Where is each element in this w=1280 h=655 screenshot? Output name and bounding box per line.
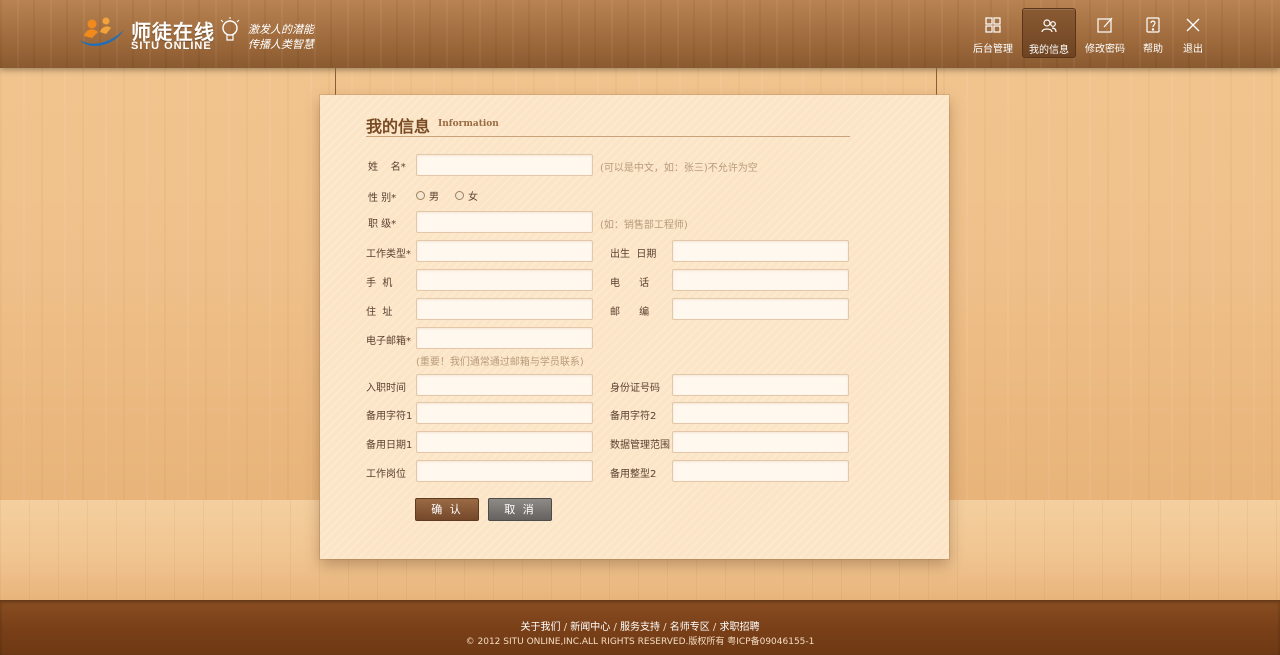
worktype-input[interactable]: [416, 240, 593, 262]
id-number-label: 身份证号码: [610, 383, 660, 394]
spare-char2-label: 备用字符2: [610, 411, 657, 422]
panel-title: 我的信息: [366, 117, 431, 136]
confirm-button[interactable]: 确 认: [415, 498, 479, 521]
phone-label: 电 话: [610, 278, 650, 289]
zipcode-label: 邮 编: [610, 307, 650, 318]
id-number-input[interactable]: [672, 374, 849, 396]
spare-int2-label: 备用整型2: [610, 469, 657, 480]
gender-male-label: 男: [429, 192, 439, 203]
lightbulb-icon: [220, 17, 240, 41]
position-input[interactable]: [416, 460, 593, 482]
zipcode-input[interactable]: [672, 298, 849, 320]
data-scope-input[interactable]: [672, 431, 849, 453]
spare-int2-input[interactable]: [672, 460, 849, 482]
spare-date1-input[interactable]: [416, 431, 593, 453]
cancel-button[interactable]: 取 消: [488, 498, 552, 521]
name-hint: (可以是中文，如：张三)不允许为空: [600, 163, 758, 174]
nav-help-label: 帮助: [1143, 44, 1163, 55]
slogan-line-1: 激发人的潜能: [248, 23, 314, 36]
gender-female-radio[interactable]: [455, 191, 464, 200]
title-label: 职 级*: [368, 219, 397, 230]
spare-date1-label: 备用日期1: [366, 440, 413, 451]
footer-link-jobs[interactable]: 求职招聘: [719, 622, 759, 633]
nav-change-password[interactable]: 修改密码: [1078, 8, 1132, 58]
users-icon: [1041, 19, 1057, 33]
site-logo[interactable]: 师徒在线 SITU ONLINE: [76, 12, 216, 54]
address-input[interactable]: [416, 298, 593, 320]
nav-admin-label: 后台管理: [973, 44, 1013, 55]
spare-char2-input[interactable]: [672, 402, 849, 424]
hire-date-input[interactable]: [416, 374, 593, 396]
footer-link-support[interactable]: 服务支持: [620, 622, 660, 633]
data-scope-label: 数据管理范围: [610, 440, 670, 451]
footer-link-news[interactable]: 新闻中心: [570, 622, 610, 633]
hire-date-label: 入职时间: [366, 383, 406, 394]
title-input[interactable]: [416, 211, 593, 233]
copyright: © 2012 SITU ONLINE,INC.ALL RIGHTS RESERV…: [465, 637, 815, 647]
gender-male-radio[interactable]: [416, 191, 425, 200]
top-header: 师徒在线 SITU ONLINE 激发人的潜能 传播人类智慧 后台管理 我的信息…: [0, 0, 1280, 68]
nav-my-info[interactable]: 我的信息: [1022, 8, 1076, 58]
address-label: 住 址: [366, 307, 393, 318]
nav-help[interactable]: 帮助: [1134, 8, 1172, 58]
brand-name-en: SITU ONLINE: [131, 40, 212, 52]
title-divider: [366, 136, 850, 137]
nav-my-info-label: 我的信息: [1029, 45, 1069, 56]
name-label: 姓 名*: [368, 162, 406, 173]
help-icon: [1146, 17, 1160, 33]
footer: 关于我们 / 新闻中心 / 服务支持 / 名师专区 / 求职招聘 © 2012 …: [0, 600, 1280, 655]
close-icon: [1186, 18, 1200, 32]
top-nav: 后台管理 我的信息 修改密码 帮助 退出: [964, 8, 1212, 58]
footer-link-about[interactable]: 关于我们: [521, 622, 561, 633]
logo-mark-icon: [80, 17, 124, 46]
gender-label: 性 别*: [368, 193, 397, 204]
position-label: 工作岗位: [366, 469, 406, 480]
title-hint: (如：销售部工程师): [600, 220, 688, 231]
worktype-label: 工作类型*: [366, 249, 411, 260]
nav-change-password-label: 修改密码: [1085, 44, 1125, 55]
phone-input[interactable]: [672, 269, 849, 291]
mobile-input[interactable]: [416, 269, 593, 291]
mobile-label: 手 机: [366, 278, 393, 289]
gender-radio-group: 男 女: [416, 188, 490, 203]
email-label: 电子邮箱*: [366, 336, 411, 347]
spare-char1-label: 备用字符1: [366, 411, 413, 422]
slogan-line-2: 传播人类智慧: [248, 38, 314, 51]
nav-admin[interactable]: 后台管理: [966, 8, 1020, 58]
footer-links: 关于我们 / 新闻中心 / 服务支持 / 名师专区 / 求职招聘: [520, 622, 760, 633]
birthdate-label: 出生 日期: [610, 249, 657, 260]
name-input[interactable]: [416, 154, 593, 176]
footer-link-teachers[interactable]: 名师专区: [670, 622, 710, 633]
birthdate-input[interactable]: [672, 240, 849, 262]
gender-female-label: 女: [468, 192, 478, 203]
grid-icon: [985, 17, 1001, 33]
slogan: 激发人的潜能 传播人类智慧: [218, 16, 328, 54]
my-info-panel: 我的信息 Information 姓 名* (可以是中文，如：张三)不允许为空 …: [320, 95, 949, 559]
nav-logout[interactable]: 退出: [1174, 8, 1212, 58]
edit-icon: [1097, 17, 1113, 33]
panel-subtitle: Information: [438, 119, 499, 129]
email-hint: (重要！我们通常通过邮箱与学员联系): [416, 357, 584, 368]
nav-logout-label: 退出: [1183, 44, 1203, 55]
spare-char1-input[interactable]: [416, 402, 593, 424]
email-input[interactable]: [416, 327, 593, 349]
